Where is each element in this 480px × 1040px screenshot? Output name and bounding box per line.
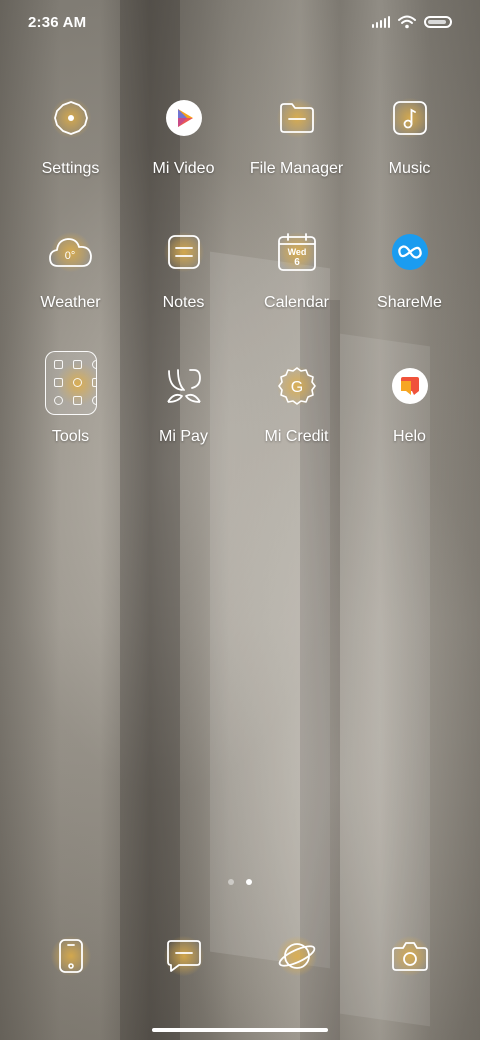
- app-helo[interactable]: Helo: [353, 360, 466, 494]
- wifi-icon: [398, 15, 416, 29]
- home-indicator[interactable]: [152, 1028, 328, 1032]
- dock-messages[interactable]: [127, 928, 240, 984]
- app-tools-folder[interactable]: Tools: [14, 351, 127, 494]
- app-settings[interactable]: Settings: [14, 92, 127, 226]
- mi-credit-icon: G: [271, 360, 323, 412]
- mi-video-icon: [158, 92, 210, 144]
- app-mi-credit[interactable]: G Mi Credit: [240, 360, 353, 494]
- app-label: Settings: [41, 160, 100, 177]
- messages-icon: [158, 930, 210, 982]
- app-label: File Manager: [249, 160, 344, 177]
- notes-icon: [158, 226, 210, 278]
- status-icons: [372, 15, 452, 29]
- calendar-icon: Wed 6: [271, 226, 323, 278]
- app-calendar[interactable]: Wed 6 Calendar: [240, 226, 353, 360]
- page-dot[interactable]: [228, 879, 234, 885]
- tools-folder-icon: [44, 351, 97, 415]
- calendar-date: 6: [294, 257, 300, 268]
- app-label: Mi Video: [152, 160, 215, 177]
- status-time: 2:36 AM: [28, 13, 87, 31]
- shareme-icon: [384, 226, 436, 278]
- app-label: Mi Pay: [159, 428, 208, 445]
- page-indicator: [0, 879, 480, 885]
- weather-icon: 0°: [45, 226, 97, 278]
- dock-browser[interactable]: [240, 928, 353, 984]
- app-weather[interactable]: 0° Weather: [14, 226, 127, 360]
- dock-camera[interactable]: [353, 928, 466, 984]
- helo-icon: [384, 360, 436, 412]
- phone-icon: [45, 930, 97, 982]
- browser-icon: [271, 930, 323, 982]
- dock: [14, 928, 466, 984]
- app-notes[interactable]: Notes: [127, 226, 240, 360]
- app-file-manager[interactable]: File Manager: [240, 92, 353, 226]
- app-label: Helo: [393, 428, 426, 445]
- app-shareme[interactable]: ShareMe: [353, 226, 466, 360]
- status-bar: 2:36 AM: [0, 0, 480, 44]
- app-label: Calendar: [264, 294, 329, 311]
- settings-icon: [45, 92, 97, 144]
- app-mi-video[interactable]: Mi Video: [127, 92, 240, 226]
- weather-temp: 0°: [64, 250, 75, 262]
- app-grid: Settings Mi Video File Manager Music 0° …: [14, 92, 466, 494]
- app-label: ShareMe: [377, 294, 442, 311]
- dock-phone[interactable]: [14, 928, 127, 984]
- app-mi-pay[interactable]: Mi Pay: [127, 360, 240, 494]
- app-label: Music: [388, 160, 431, 177]
- app-label: Notes: [162, 294, 205, 311]
- signal-icon: [372, 16, 390, 28]
- file-manager-icon: [271, 92, 323, 144]
- calendar-day: Wed: [287, 247, 306, 257]
- app-label: Tools: [51, 428, 90, 445]
- app-label: Mi Credit: [264, 428, 329, 445]
- page-dot-active[interactable]: [246, 879, 252, 885]
- app-music[interactable]: Music: [353, 92, 466, 226]
- battery-icon: [424, 16, 452, 28]
- mi-credit-glyph: G: [290, 379, 302, 396]
- app-label: Weather: [40, 294, 101, 311]
- music-icon: [384, 92, 436, 144]
- mi-pay-icon: [158, 360, 210, 412]
- camera-icon: [384, 930, 436, 982]
